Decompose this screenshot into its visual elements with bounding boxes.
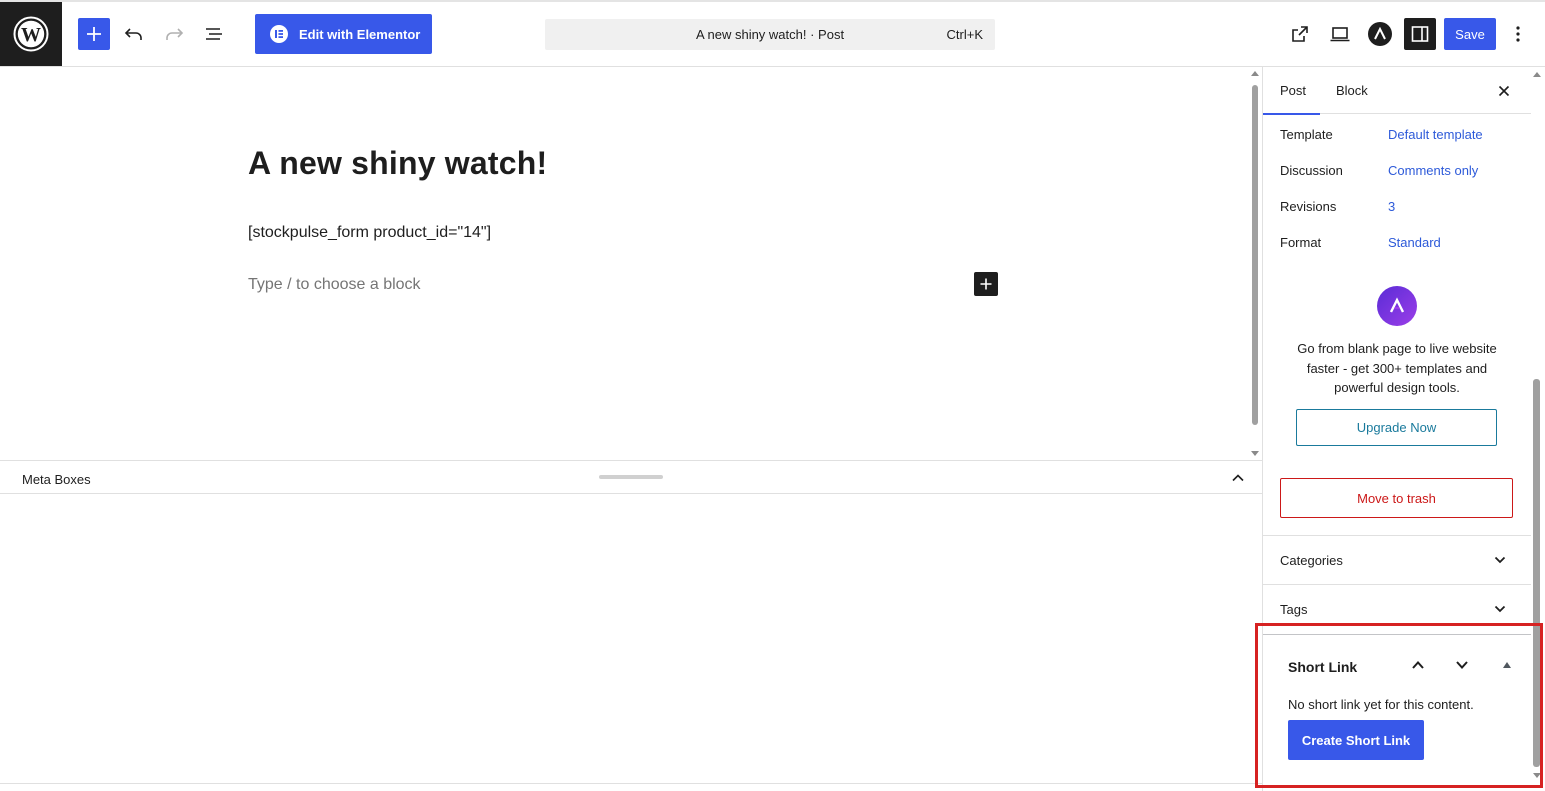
revisions-row: Revisions 3 (1280, 199, 1520, 219)
format-row: Format Standard (1280, 235, 1520, 255)
svg-text:W: W (21, 24, 41, 46)
chevron-up-icon (1232, 474, 1244, 482)
short-link-metabox: Short Link No short link yet for this co… (1263, 634, 1531, 784)
upgrade-now-button[interactable]: Upgrade Now (1296, 409, 1497, 446)
sidebar-scrollbar[interactable] (1530, 67, 1545, 782)
save-button[interactable]: Save (1444, 18, 1496, 50)
discussion-label: Discussion (1280, 163, 1343, 178)
edit-with-elementor-button[interactable]: Edit with Elementor (255, 14, 432, 54)
close-sidebar-button[interactable] (1492, 79, 1516, 103)
undo-button[interactable] (118, 18, 150, 50)
move-box-up-button[interactable] (1406, 653, 1430, 677)
block-inserter-button[interactable] (78, 18, 110, 50)
document-title: A new shiny watch! · Post (695, 27, 845, 42)
discussion-value-link[interactable]: Comments only (1388, 163, 1478, 178)
block-inserter-toggle[interactable] (974, 272, 998, 296)
toggle-panel-button[interactable] (1495, 653, 1519, 677)
template-label: Template (1280, 127, 1333, 142)
create-short-link-button[interactable]: Create Short Link (1288, 720, 1424, 760)
scroll-down-arrow-icon[interactable] (1533, 773, 1541, 778)
move-to-trash-button[interactable]: Move to trash (1280, 478, 1513, 518)
elementor-icon (270, 25, 288, 43)
categories-label: Categories (1280, 553, 1343, 568)
tags-label: Tags (1280, 602, 1308, 617)
elementor-button-label: Edit with Elementor (299, 26, 421, 42)
more-vertical-icon (1516, 26, 1520, 42)
short-link-description: No short link yet for this content. (1288, 697, 1474, 712)
undo-icon (124, 28, 142, 40)
desktop-preview-icon (1330, 27, 1350, 42)
plus-icon (87, 27, 101, 41)
astra-promo-text: Go from blank page to live website faste… (1297, 341, 1497, 395)
astra-settings-button[interactable] (1368, 22, 1392, 46)
template-row: Template Default template (1280, 127, 1520, 147)
default-block-appender[interactable]: Type / to choose a block (248, 276, 421, 294)
astra-logo-icon (1374, 27, 1386, 40)
chevron-up-icon (1412, 661, 1424, 669)
tags-panel-toggle[interactable]: Tags (1263, 585, 1531, 633)
wordpress-logo-icon[interactable]: W (0, 2, 62, 66)
plus-icon (980, 278, 992, 290)
footer-divider (0, 783, 1262, 784)
canvas-scrollbar[interactable] (1248, 67, 1262, 460)
meta-boxes-header: Meta Boxes (0, 461, 1262, 494)
meta-boxes-area: Meta Boxes (0, 460, 1262, 784)
preview-button[interactable] (1324, 18, 1356, 50)
redo-button[interactable] (158, 18, 190, 50)
meta-boxes-toggle[interactable] (1226, 467, 1250, 489)
astra-logo-icon (1377, 286, 1417, 326)
list-view-button[interactable] (198, 18, 230, 50)
command-palette-button[interactable]: A new shiny watch! · Post Ctrl+K (545, 19, 995, 50)
tab-block-label: Block (1336, 83, 1368, 98)
discussion-row: Discussion Comments only (1280, 163, 1520, 183)
tab-post-label: Post (1280, 83, 1307, 98)
active-tab-indicator (1263, 113, 1320, 115)
format-value-link[interactable]: Standard (1388, 235, 1441, 250)
scroll-down-arrow-icon[interactable] (1251, 451, 1259, 456)
chevron-down-icon (1490, 599, 1510, 619)
scroll-up-arrow-icon[interactable] (1533, 72, 1541, 77)
shortcode-block[interactable]: [stockpulse_form product_id="14"] (248, 224, 491, 242)
close-icon (1498, 85, 1510, 97)
sidebar-tabs: Post Block (1263, 67, 1531, 115)
chevron-down-icon (1490, 550, 1510, 570)
tab-post[interactable]: Post (1263, 67, 1320, 115)
scrollbar-thumb[interactable] (1252, 85, 1258, 425)
options-menu-button[interactable] (1506, 18, 1530, 50)
short-link-title: Short Link (1288, 659, 1358, 675)
template-value-link[interactable]: Default template (1388, 127, 1483, 142)
command-shortcut: Ctrl+K (946, 27, 983, 42)
header-top-border (0, 0, 1545, 2)
settings-sidebar-toggle[interactable] (1404, 18, 1436, 50)
move-box-down-button[interactable] (1450, 653, 1474, 677)
editor-header: W Edit with Elementor A new shiny watch!… (0, 0, 1545, 67)
meta-boxes-resize-handle[interactable] (599, 475, 663, 479)
caret-up-icon (1503, 662, 1511, 668)
scrollbar-thumb[interactable] (1533, 379, 1540, 767)
chevron-down-icon (1456, 661, 1468, 669)
scroll-up-arrow-icon[interactable] (1251, 71, 1259, 76)
redo-icon (166, 28, 184, 40)
list-view-icon (206, 28, 222, 40)
view-post-button[interactable] (1284, 18, 1316, 50)
categories-panel-toggle[interactable]: Categories (1263, 536, 1531, 584)
external-link-icon (1292, 26, 1308, 42)
settings-sidebar: Post Block Template Default template Dis… (1262, 67, 1545, 791)
revisions-label: Revisions (1280, 199, 1337, 214)
format-label: Format (1280, 235, 1322, 250)
post-title[interactable]: A new shiny watch! (248, 145, 547, 182)
revisions-value-link[interactable]: 3 (1388, 199, 1395, 214)
sidebar-toggle-icon (1411, 26, 1429, 42)
meta-boxes-title: Meta Boxes (22, 472, 91, 487)
tab-block[interactable]: Block (1336, 67, 1368, 114)
editor-canvas: A new shiny watch! [stockpulse_form prod… (0, 67, 1262, 460)
